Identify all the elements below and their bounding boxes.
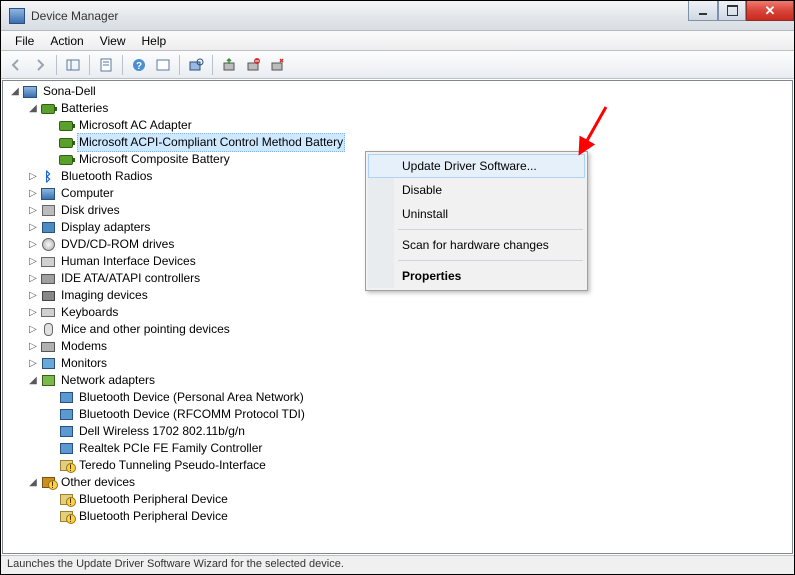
expand-icon[interactable]: ▷: [27, 236, 39, 253]
device-label: Bluetooth Device (Personal Area Network): [77, 389, 306, 406]
context-disable[interactable]: Disable: [368, 178, 585, 202]
svg-text:?: ?: [136, 61, 142, 72]
window-controls: ✕: [688, 1, 794, 21]
category-label: Modems: [59, 338, 109, 355]
device-label: Bluetooth Peripheral Device: [77, 508, 230, 525]
titlebar: Device Manager ✕: [1, 1, 794, 31]
menu-separator: [398, 260, 583, 261]
minimize-button[interactable]: [688, 1, 718, 21]
tree-device-bt-periph-1[interactable]: Bluetooth Peripheral Device: [5, 491, 792, 508]
action-button[interactable]: [152, 54, 174, 76]
tree-mice[interactable]: ▷ Mice and other pointing devices: [5, 321, 792, 338]
tree-batteries[interactable]: ◢ Batteries: [5, 100, 792, 117]
expand-icon[interactable]: ▷: [27, 219, 39, 236]
menubar: File Action View Help: [1, 31, 794, 51]
context-properties[interactable]: Properties: [368, 264, 585, 288]
tree-modems[interactable]: ▷ Modems: [5, 338, 792, 355]
tree-device-bt-periph-2[interactable]: Bluetooth Peripheral Device: [5, 508, 792, 525]
app-icon: [9, 8, 25, 24]
expand-icon[interactable]: ▷: [27, 185, 39, 202]
collapse-icon[interactable]: ◢: [9, 83, 21, 100]
collapse-icon[interactable]: ◢: [27, 100, 39, 117]
menu-help[interactable]: Help: [134, 32, 175, 50]
category-label: Other devices: [59, 474, 137, 491]
close-button[interactable]: ✕: [746, 1, 794, 21]
update-driver-button[interactable]: [218, 54, 240, 76]
context-scan[interactable]: Scan for hardware changes: [368, 233, 585, 257]
expand-icon[interactable]: ▷: [27, 338, 39, 355]
collapse-icon[interactable]: ◢: [27, 474, 39, 491]
maximize-button[interactable]: [718, 1, 746, 21]
menu-label: Update Driver Software...: [402, 159, 537, 173]
tree-monitors[interactable]: ▷ Monitors: [5, 355, 792, 372]
menu-label: Uninstall: [402, 207, 448, 221]
device-label: Dell Wireless 1702 802.11b/g/n: [77, 423, 247, 440]
expand-icon[interactable]: ▷: [27, 355, 39, 372]
category-label: IDE ATA/ATAPI controllers: [59, 270, 202, 287]
category-label: Keyboards: [59, 304, 120, 321]
toolbar: ?: [1, 51, 794, 79]
tree-device-bt-rfcomm[interactable]: Bluetooth Device (RFCOMM Protocol TDI): [5, 406, 792, 423]
tree-network[interactable]: ◢ Network adapters: [5, 372, 792, 389]
device-label: Bluetooth Device (RFCOMM Protocol TDI): [77, 406, 307, 423]
expand-icon[interactable]: ▷: [27, 270, 39, 287]
tree-other[interactable]: ◢ Other devices: [5, 474, 792, 491]
category-label: Network adapters: [59, 372, 157, 389]
device-label: Microsoft AC Adapter: [77, 117, 194, 134]
window-title: Device Manager: [31, 9, 118, 23]
category-label: Monitors: [59, 355, 109, 372]
category-label: Imaging devices: [59, 287, 150, 304]
disable-button[interactable]: [266, 54, 288, 76]
expand-icon[interactable]: ▷: [27, 287, 39, 304]
help-button[interactable]: ?: [128, 54, 150, 76]
category-label: Human Interface Devices: [59, 253, 198, 270]
menu-action[interactable]: Action: [42, 32, 91, 50]
device-label: Microsoft Composite Battery: [77, 151, 232, 168]
menu-separator: [398, 229, 583, 230]
device-label: Realtek PCIe FE Family Controller: [77, 440, 264, 457]
uninstall-button[interactable]: [242, 54, 264, 76]
category-label: Computer: [59, 185, 116, 202]
menu-view[interactable]: View: [92, 32, 134, 50]
scan-hardware-button[interactable]: [185, 54, 207, 76]
tree-device-bt-pan[interactable]: Bluetooth Device (Personal Area Network): [5, 389, 792, 406]
device-label: Bluetooth Peripheral Device: [77, 491, 230, 508]
show-hide-console-tree-button[interactable]: [62, 54, 84, 76]
back-button[interactable]: [5, 54, 27, 76]
tree-device-dell-wireless[interactable]: Dell Wireless 1702 802.11b/g/n: [5, 423, 792, 440]
menu-file[interactable]: File: [7, 32, 42, 50]
category-label: Disk drives: [59, 202, 122, 219]
tree-device-ac-adapter[interactable]: Microsoft AC Adapter: [5, 117, 792, 134]
tree-device-acpi-battery[interactable]: Microsoft ACPI-Compliant Control Method …: [5, 134, 792, 151]
category-label: DVD/CD-ROM drives: [59, 236, 176, 253]
expand-icon[interactable]: ▷: [27, 202, 39, 219]
status-text: Launches the Update Driver Software Wiza…: [7, 558, 344, 570]
tree-device-teredo[interactable]: Teredo Tunneling Pseudo-Interface: [5, 457, 792, 474]
expand-icon[interactable]: ▷: [27, 253, 39, 270]
menu-label: Disable: [402, 183, 442, 197]
tree-device-realtek[interactable]: Realtek PCIe FE Family Controller: [5, 440, 792, 457]
expand-icon[interactable]: ▷: [27, 304, 39, 321]
category-label: Mice and other pointing devices: [59, 321, 232, 338]
category-label: Batteries: [59, 100, 110, 117]
tree-keyboards[interactable]: ▷ Keyboards: [5, 304, 792, 321]
device-label: Microsoft ACPI-Compliant Control Method …: [77, 133, 345, 152]
statusbar: Launches the Update Driver Software Wiza…: [1, 555, 794, 574]
expand-icon[interactable]: ▷: [27, 321, 39, 338]
forward-button[interactable]: [29, 54, 51, 76]
context-menu: Update Driver Software... Disable Uninst…: [365, 151, 588, 291]
device-label: Teredo Tunneling Pseudo-Interface: [77, 457, 268, 474]
context-update-driver[interactable]: Update Driver Software...: [368, 154, 585, 178]
menu-label: Scan for hardware changes: [402, 238, 549, 252]
tree-root[interactable]: ◢ Sona-Dell: [5, 83, 792, 100]
category-label: Bluetooth Radios: [59, 168, 154, 185]
properties-button[interactable]: [95, 54, 117, 76]
expand-icon[interactable]: ▷: [27, 168, 39, 185]
collapse-icon[interactable]: ◢: [27, 372, 39, 389]
context-uninstall[interactable]: Uninstall: [368, 202, 585, 226]
category-label: Display adapters: [59, 219, 152, 236]
menu-label: Properties: [402, 269, 461, 283]
tree-root-label: Sona-Dell: [41, 83, 98, 100]
